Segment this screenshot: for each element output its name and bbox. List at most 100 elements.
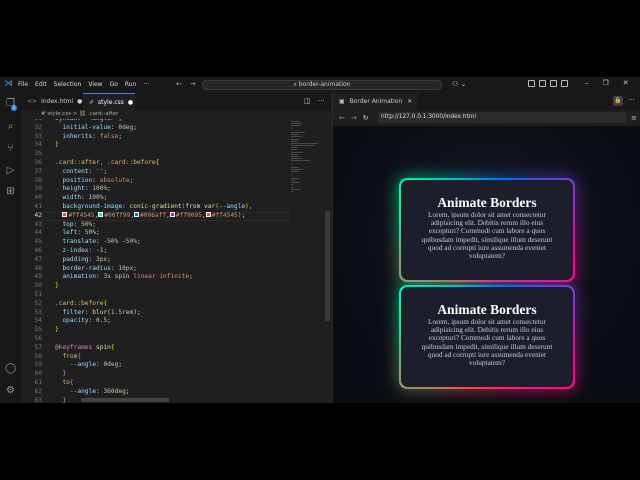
code-line[interactable]: 40 width: 100%;: [21, 194, 289, 203]
code-line[interactable]: 57 @keyframes spin{: [21, 344, 289, 353]
unsaved-dot-icon[interactable]: ●: [77, 98, 82, 105]
menu-run[interactable]: Run: [125, 81, 137, 88]
settings-icon[interactable]: ⚙: [5, 385, 16, 396]
url-input[interactable]: http://127.0.0.1:3000/index.html: [378, 112, 626, 123]
unsaved-dot-icon[interactable]: ●: [128, 99, 133, 106]
back-arrow-icon[interactable]: ←: [176, 80, 182, 88]
code-editor[interactable]: 31syntax: '<angle>';32 initial-value: 0d…: [21, 119, 289, 403]
code-line[interactable]: 52 .card::before{: [21, 300, 289, 309]
menu-edit[interactable]: Edit: [35, 81, 47, 88]
menu-selection[interactable]: Selection: [54, 81, 82, 88]
code-line[interactable]: 36 .card::after, .card::before{: [21, 159, 289, 168]
code-line[interactable]: 39 height: 100%;: [21, 185, 289, 194]
code-line[interactable]: 35: [21, 150, 289, 159]
restore-button[interactable]: ❐: [603, 79, 609, 87]
vertical-scrollbar[interactable]: [325, 211, 330, 321]
code-line[interactable]: 54 opacity: 0.5;: [21, 317, 289, 326]
minimap-line: [291, 145, 315, 147]
code-token: ;: [125, 387, 130, 395]
code-line[interactable]: 43 top: 50%;: [21, 221, 289, 230]
tab-border-animation[interactable]: ▣ Border Animation ✕: [333, 93, 419, 110]
line-text: background-image: conic-gradient(from va…: [55, 203, 252, 212]
menu-view[interactable]: View: [88, 81, 102, 88]
code-line[interactable]: 62 --angle: 360deg;: [21, 388, 289, 397]
code-token: padding: [55, 255, 89, 263]
customize-layout-icon[interactable]: [528, 80, 535, 87]
menu-file[interactable]: File: [18, 81, 28, 88]
code-line[interactable]: 60 }: [21, 370, 289, 379]
source-control-icon[interactable]: ⑂: [5, 143, 16, 154]
code-line[interactable]: 48 border-radius: 10px;: [21, 265, 289, 274]
search-icon[interactable]: ⌕: [5, 121, 16, 132]
color-swatch-icon[interactable]: [62, 212, 68, 218]
tab-label: index.html: [41, 98, 74, 105]
menu-go[interactable]: Go: [110, 81, 118, 88]
code-line[interactable]: 56: [21, 335, 289, 344]
code-token: }: [55, 282, 59, 290]
minimap[interactable]: [291, 121, 325, 192]
code-line[interactable]: 37 content: '';: [21, 168, 289, 177]
reload-icon[interactable]: ↻: [363, 114, 369, 122]
code-line[interactable]: 42 #ff4545, #00ff99, #006aff, #ff0095, #ff45…: [21, 211, 289, 221]
code-token: content: [55, 167, 89, 175]
code-token: ;: [103, 167, 108, 175]
code-line[interactable]: 32 initial-value: 0deg;: [21, 124, 289, 133]
color-swatch-icon[interactable]: [134, 212, 140, 218]
code-line[interactable]: 49 animation: 3s spin linear infinite;: [21, 273, 289, 282]
code-line[interactable]: 47 padding: 3px;: [21, 256, 289, 265]
code-line[interactable]: 61 to{: [21, 379, 289, 388]
browser-menu-icon[interactable]: ≡: [631, 114, 637, 122]
code-line[interactable]: 50}: [21, 282, 289, 291]
minimap-line: [291, 186, 294, 188]
code-token: linear infinite: [133, 273, 190, 281]
tab-label: style.css: [98, 98, 124, 106]
minimap-line: [291, 121, 300, 122]
code-token: }: [55, 370, 67, 378]
code-line[interactable]: 41 background-image: conic-gradient(from…: [21, 203, 289, 212]
forward-arrow-icon[interactable]: →: [190, 80, 196, 88]
breadcrumb-symbol[interactable]: ⛓ .card::after: [79, 111, 118, 117]
code-line[interactable]: 46 z-index: -1;: [21, 247, 289, 256]
code-line[interactable]: 58 from{: [21, 353, 289, 362]
code-line[interactable]: 51: [21, 291, 289, 300]
code-token: :: [92, 176, 100, 184]
horizontal-scrollbar[interactable]: [81, 398, 169, 402]
account-icon[interactable]: ◯: [5, 363, 16, 374]
run-debug-icon[interactable]: ▷: [5, 165, 16, 176]
breadcrumb-file[interactable]: # style.css: [41, 111, 71, 117]
toggle-secondary-sidebar-icon[interactable]: [561, 80, 568, 87]
menu-more[interactable]: ···: [143, 81, 149, 88]
line-text: border-radius: 10px;: [55, 265, 137, 274]
copilot-icon[interactable]: ⚇ ⌄: [452, 80, 466, 88]
minimap-line: [291, 188, 301, 190]
color-swatch-icon[interactable]: [98, 212, 104, 218]
tab-index-html[interactable]: <> index.html ●: [21, 93, 88, 110]
color-swatch-icon[interactable]: [169, 212, 175, 218]
code-line[interactable]: 38 position: absolute;: [21, 177, 289, 186]
more-actions-icon[interactable]: ···: [318, 97, 325, 105]
code-line[interactable]: 44 left: 50%;: [21, 229, 289, 238]
toggle-panel-icon[interactable]: [550, 80, 557, 87]
line-number: 41: [34, 203, 42, 210]
code-line[interactable]: 55}: [21, 326, 289, 335]
code-line[interactable]: 34}: [21, 141, 289, 150]
close-button[interactable]: ✕: [623, 79, 629, 87]
lock-icon[interactable]: 🔒: [613, 96, 623, 106]
split-editor-icon[interactable]: ◫: [304, 97, 311, 105]
browser-forward-icon[interactable]: →: [351, 114, 357, 122]
code-token: ;: [133, 264, 137, 272]
tab-style-css[interactable]: # style.css ●: [83, 93, 135, 110]
extensions-icon[interactable]: ⊞: [5, 186, 16, 197]
code-line[interactable]: 33 inherits: false;: [21, 133, 289, 142]
minimize-button[interactable]: –: [585, 79, 589, 87]
color-swatch-icon[interactable]: [205, 212, 211, 218]
tab-close-icon[interactable]: ✕: [407, 98, 412, 105]
code-token: ;: [107, 255, 111, 263]
more-actions-icon[interactable]: ···: [628, 96, 635, 104]
toggle-sidebar-icon[interactable]: [539, 80, 546, 87]
command-center-search[interactable]: ⌕ border-animation: [202, 80, 442, 90]
code-line[interactable]: 53 filter: blur(1.5rem);: [21, 309, 289, 318]
browser-back-icon[interactable]: ←: [339, 114, 345, 122]
code-line[interactable]: 45 translate: -50% -50%;: [21, 238, 289, 247]
code-line[interactable]: 59 --angle: 0deg;: [21, 361, 289, 370]
